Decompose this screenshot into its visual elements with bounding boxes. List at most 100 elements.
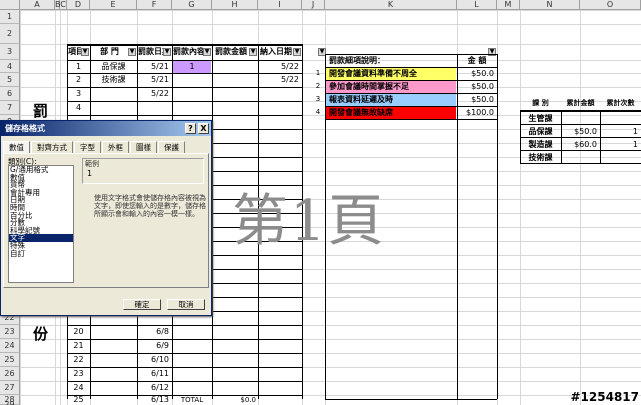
filter-dropdown-icon[interactable]: ▼ — [81, 48, 89, 56]
table-cell — [91, 101, 136, 115]
dialog-tab[interactable]: 數值 — [3, 141, 30, 153]
gridline — [20, 10, 641, 11]
dialog-tab[interactable]: 字型 — [74, 141, 101, 153]
row-header[interactable]: 27 — [0, 381, 20, 395]
table-cell: 5/21 — [151, 62, 169, 71]
table-cell — [91, 367, 136, 381]
table-cell — [213, 381, 257, 395]
row-header[interactable]: 2 — [0, 24, 20, 44]
row-header[interactable]: 4 — [0, 60, 20, 73]
row-header[interactable]: 23 — [0, 325, 20, 339]
row-header[interactable]: 5 — [0, 73, 20, 87]
table-cell — [173, 325, 211, 339]
table-border — [561, 110, 562, 163]
table-cell: $50.0 — [471, 69, 494, 78]
row-header[interactable]: 6 — [0, 87, 20, 101]
table-cell — [173, 353, 211, 367]
filter-dropdown-icon[interactable]: ▼ — [128, 48, 136, 56]
table-cell: 3 — [75, 89, 82, 98]
column-header[interactable]: H — [212, 0, 258, 10]
table-cell: 24 — [73, 383, 84, 392]
table-cell: 累計金額 — [566, 99, 595, 107]
close-icon[interactable]: X — [198, 123, 209, 134]
column-header[interactable]: G — [172, 0, 212, 10]
table-cell — [259, 325, 301, 339]
table-border — [497, 54, 498, 399]
dialog-title: 儲存格格式 — [5, 124, 45, 133]
dialog-tab[interactable]: 對齊方式 — [31, 141, 73, 153]
table-cell: 23 — [73, 369, 84, 378]
table-cell: 技術課 — [101, 75, 126, 84]
gridline — [20, 24, 641, 25]
table-cell: 6/12 — [151, 383, 169, 392]
table-border — [520, 163, 641, 164]
filter-dropdown-icon[interactable]: ▼ — [203, 48, 211, 56]
column-header[interactable]: O — [580, 0, 641, 10]
cancel-button[interactable]: 取消 — [167, 299, 205, 310]
dialog-tab[interactable]: 圖樣 — [130, 141, 157, 153]
column-header[interactable]: J — [302, 0, 325, 10]
filter-dropdown-icon[interactable]: ▼ — [249, 48, 257, 56]
table-cell — [213, 87, 257, 101]
column-header[interactable]: C — [60, 0, 67, 10]
select-all-corner[interactable] — [0, 0, 20, 10]
row-header[interactable]: 26 — [0, 367, 20, 381]
table-border — [325, 80, 497, 81]
filter-dropdown-icon[interactable]: ▼ — [293, 48, 301, 56]
table-cell — [213, 60, 257, 73]
table-cell — [259, 101, 301, 115]
table-cell — [173, 73, 211, 87]
table-cell: 5/22 — [151, 89, 169, 98]
table-cell: $50.0 — [471, 82, 494, 91]
table-cell: 6/13 — [151, 395, 169, 404]
sample-box: 範例 1 — [82, 158, 204, 184]
table-border — [67, 101, 302, 102]
table-border — [325, 106, 497, 107]
table-border — [520, 111, 641, 112]
page-watermark: 第1頁 — [232, 189, 386, 254]
column-header[interactable]: E — [90, 0, 137, 10]
table-border — [325, 93, 497, 94]
format-cells-dialog[interactable]: 儲存格格式 ? X 數值 對齊方式 字型 外框 圖樣 保護 類別(C): G/通用格式 數值… — [0, 120, 212, 316]
table-cell: 部 門 — [100, 47, 119, 56]
column-header[interactable]: A — [20, 0, 55, 10]
row-header[interactable]: 24 — [0, 339, 20, 353]
ok-button[interactable]: 確定 — [123, 299, 161, 310]
help-button[interactable]: ? — [185, 123, 196, 134]
dialog-panel: 類別(C): G/通用格式 數值 貨幣 會計專用 日期 時間 百分比 分數 科學記號 文字 特殊 自訂… — [3, 153, 209, 288]
table-border — [520, 124, 641, 125]
filter-dropdown-icon[interactable]: ▼ — [163, 48, 171, 56]
table-cell — [213, 73, 257, 87]
table-border — [520, 150, 641, 151]
column-header[interactable]: I — [258, 0, 302, 10]
table-cell — [259, 353, 301, 367]
table-cell: 22 — [73, 355, 84, 364]
category-list[interactable]: G/通用格式 數值 貨幣 會計專用 日期 時間 百分比 分數 科學記號 文字 特殊 自訂 — [8, 165, 74, 283]
table-border — [67, 367, 302, 368]
dialog-title-bar[interactable]: 儲存格格式 ? X — [1, 121, 211, 136]
row-header[interactable]: 1 — [0, 10, 20, 24]
row-header[interactable]: 7 — [0, 101, 20, 115]
table-border — [67, 325, 302, 326]
table-border — [67, 87, 302, 88]
table-border — [600, 110, 601, 163]
column-header[interactable]: F — [137, 0, 172, 10]
row-header[interactable]: 25 — [0, 353, 20, 367]
column-header[interactable]: K — [325, 0, 457, 10]
column-header[interactable]: N — [520, 0, 580, 10]
table-cell: 罰款細項說明： — [329, 56, 385, 65]
table-border — [520, 110, 521, 163]
table-cell — [91, 381, 136, 395]
row-header[interactable]: 3 — [0, 44, 20, 60]
table-border — [325, 67, 497, 68]
column-header[interactable]: M — [497, 0, 520, 10]
table-border — [212, 44, 213, 399]
column-header[interactable]: L — [457, 0, 497, 10]
dialog-tab[interactable]: 外框 — [102, 141, 129, 153]
category-list-item[interactable]: 自訂 — [9, 249, 73, 258]
spreadsheet[interactable]: ABCDEFGHIJKLMNO 123456789101112131415161… — [0, 0, 641, 405]
table-border — [67, 381, 302, 382]
table-cell: 6/9 — [156, 341, 169, 350]
column-header[interactable]: D — [67, 0, 90, 10]
dialog-tab[interactable]: 保護 — [158, 141, 185, 153]
